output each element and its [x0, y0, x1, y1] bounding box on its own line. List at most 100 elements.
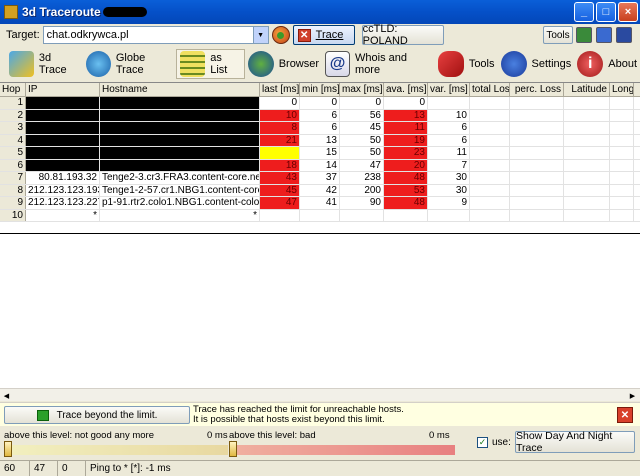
hop-cell: 7	[0, 172, 26, 184]
bad-level-slider[interactable]	[229, 445, 455, 455]
min-cell: 41	[300, 197, 340, 209]
extra-cell	[564, 134, 610, 146]
table-row[interactable]: 7 80.81.193.32 Tenge2-3.cr3.FRA3.content-c…	[0, 172, 640, 185]
tools-small-button[interactable]: Tools	[543, 26, 573, 44]
hop-cell: 2	[0, 109, 26, 121]
table-row[interactable]: 10000	[0, 97, 640, 110]
hop-cell: 3	[0, 122, 26, 134]
extra-cell	[510, 97, 564, 109]
table-row[interactable]: 3 8 6 45 11 6	[0, 122, 640, 135]
menu-label: Whois and more	[355, 52, 408, 76]
extra-cell	[610, 172, 634, 184]
minimize-button[interactable]: _	[574, 2, 594, 22]
column-header[interactable]: min [ms]	[300, 83, 340, 96]
column-header[interactable]: total Loss	[470, 83, 510, 96]
column-header[interactable]: Hop	[0, 83, 26, 96]
last-cell: 18	[260, 159, 300, 171]
column-header[interactable]: IP	[26, 83, 100, 96]
menu-settings[interactable]: Settings	[498, 49, 575, 79]
extra-cell	[610, 122, 634, 134]
trace-button-label: Trace	[315, 29, 344, 41]
target-input[interactable]: chat.odkrywca.pl ▼	[42, 26, 269, 44]
max-cell: 47	[340, 159, 384, 171]
table-header: Hop IP Hostname last [ms] min [ms] max [ms] av…	[0, 83, 640, 97]
min-cell: 13	[300, 134, 340, 146]
table-row[interactable]: 9 212.123.123.227 p1-91.rtr2.colo1.NBG1.co…	[0, 197, 640, 210]
tile-icon[interactable]	[576, 27, 592, 43]
column-header[interactable]: ava. [ms]	[384, 83, 428, 96]
table-row[interactable]: 10 * *	[0, 209, 640, 222]
horizontal-scrollbar[interactable]: ◀ ▶	[0, 388, 640, 401]
extra-cell	[610, 209, 634, 221]
extra-cell	[610, 184, 634, 196]
min-cell: 42	[300, 184, 340, 196]
table-row[interactable]: 2 10 6 56 13 10	[0, 109, 640, 122]
menu-browser[interactable]: Browser	[245, 49, 322, 79]
day-night-button[interactable]: Show Day And Night Trace	[515, 430, 635, 454]
hop-cell: 8	[0, 184, 26, 196]
column-header[interactable]: perc. Loss	[510, 83, 564, 96]
settings-icon	[500, 51, 527, 77]
column-header[interactable]: Longi	[610, 83, 634, 96]
menu-tools[interactable]: Tools	[435, 49, 498, 79]
trace-beyond-button[interactable]: Trace beyond the limit.	[4, 406, 190, 424]
bad-level-thumb[interactable]	[229, 441, 237, 457]
last-cell: 21	[260, 134, 300, 146]
window-layout-icon[interactable]	[616, 27, 632, 43]
status-ping: Ping to * [*]: -1 ms	[90, 463, 171, 474]
cctld-button[interactable]: ccTLD: POLAND	[361, 23, 444, 47]
menu-3d-trace[interactable]: 3d Trace	[6, 49, 83, 79]
table-row[interactable]: 6 18 14 47 20 7	[0, 159, 640, 172]
extra-cell	[470, 97, 510, 109]
table-row[interactable]: 8 212.123.123.193 Tenge1-2-57.cr1.NBG1.con…	[0, 184, 640, 197]
hop-cell: 1	[0, 97, 26, 109]
column-header[interactable]: Hostname	[100, 83, 260, 96]
table-row[interactable]: 4 21 13 50 19 6	[0, 134, 640, 147]
good-level-slider[interactable]	[4, 445, 228, 455]
redacted-cell	[26, 134, 100, 146]
use-checkbox[interactable]: ✓	[477, 437, 488, 448]
ava-cell: 13	[384, 109, 428, 121]
column-header[interactable]: last [ms]	[260, 83, 300, 96]
extra-cell	[510, 197, 564, 209]
max-cell: 45	[340, 122, 384, 134]
menu-about[interactable]: i About	[574, 49, 640, 79]
cascade-icon[interactable]	[596, 27, 612, 43]
menu-label: 3d Trace	[38, 52, 67, 76]
column-header[interactable]: Latitude	[564, 83, 610, 96]
use-label: use:	[492, 437, 511, 448]
min-cell: 6	[300, 109, 340, 121]
menu-whois[interactable]: @ Whois and more	[322, 49, 435, 79]
go-button[interactable]	[271, 26, 290, 44]
maximize-button[interactable]: □	[596, 2, 616, 22]
table-row[interactable]: 5 15 50 23 11	[0, 147, 640, 160]
chevron-down-icon[interactable]: ▼	[252, 27, 268, 43]
column-header[interactable]: var. [ms]	[428, 83, 470, 96]
trace-button[interactable]: ✕ Trace	[292, 25, 355, 45]
column-header[interactable]: max [ms]	[340, 83, 384, 96]
min-cell: 37	[300, 172, 340, 184]
extra-cell	[564, 197, 610, 209]
extra-cell	[610, 147, 634, 159]
menu-as-list[interactable]: as List	[176, 49, 245, 79]
redacted-cell	[100, 122, 260, 134]
close-window-button[interactable]: ×	[618, 2, 638, 22]
max-cell: 50	[340, 147, 384, 159]
notification-line2: It is possible that hosts exist beyond t…	[193, 414, 385, 425]
last-cell: 10	[260, 109, 300, 121]
extra-cell	[510, 184, 564, 196]
var-cell: 11	[428, 147, 470, 159]
menu-globe-trace[interactable]: Globe Trace	[83, 49, 176, 79]
target-toolbar: Target: chat.odkrywca.pl ▼ ✕ Trace ccTLD…	[0, 23, 640, 47]
max-cell: 56	[340, 109, 384, 121]
scroll-left-icon[interactable]: ◀	[1, 390, 12, 401]
max-cell: 200	[340, 184, 384, 196]
extra-cell	[564, 109, 610, 121]
extra-cell	[564, 184, 610, 196]
table-body: 1 0 0 0 0 2 10 6 56 13 10 3 8 6 45 11 6 4 21 13 50 19 6 5 15 50 23…	[0, 97, 640, 222]
extra-cell	[610, 109, 634, 121]
close-icon[interactable]: ✕	[617, 407, 633, 423]
good-level-thumb[interactable]	[4, 441, 12, 457]
scroll-right-icon[interactable]: ▶	[627, 390, 638, 401]
whois-icon: @	[325, 51, 351, 77]
